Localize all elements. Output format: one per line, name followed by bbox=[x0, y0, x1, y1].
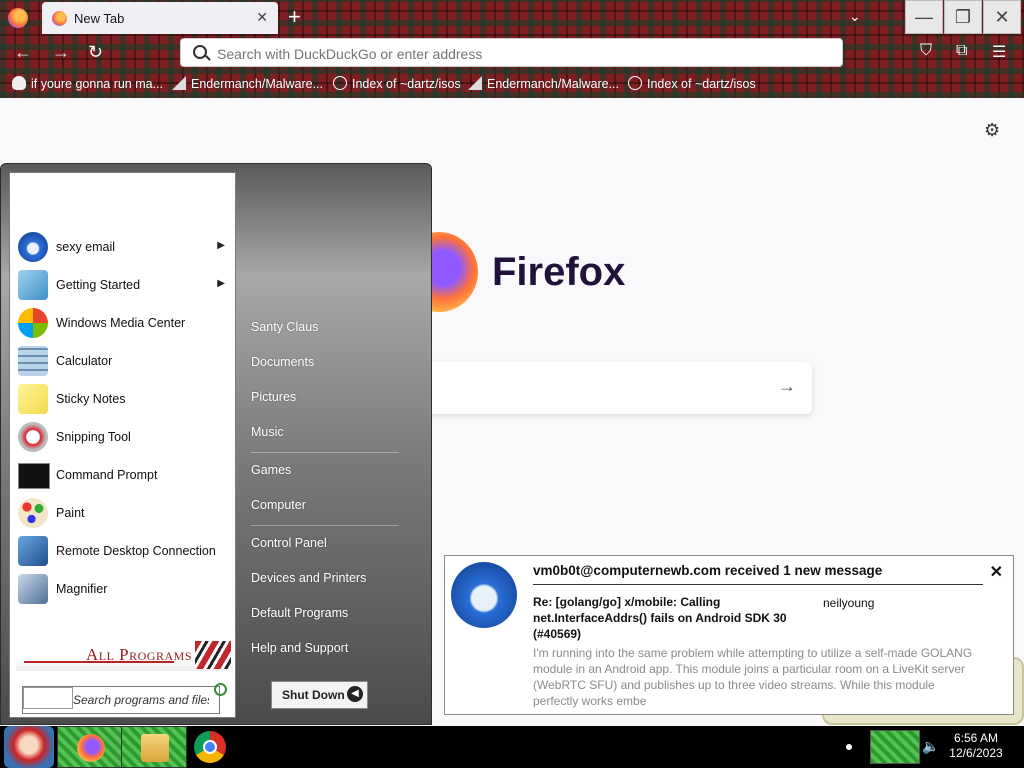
place-control-panel[interactable]: Control Panel bbox=[251, 536, 327, 550]
close-notification-icon[interactable]: ✕ bbox=[990, 562, 1003, 582]
firefox-wordmark: Firefox bbox=[492, 250, 626, 294]
pocket-icon[interactable]: ⛉ bbox=[920, 42, 932, 60]
notification-sender: neilyoung bbox=[823, 596, 875, 610]
program-command-prompt[interactable]: Command Prompt bbox=[16, 457, 231, 493]
place-santy-claus[interactable]: Santy Claus bbox=[251, 320, 318, 334]
reload-button[interactable]: ↻ bbox=[88, 42, 103, 63]
shutdown-options-arrow-icon[interactable]: ◀ bbox=[347, 686, 363, 702]
place-help-support[interactable]: Help and Support bbox=[251, 641, 348, 655]
search-icon bbox=[193, 45, 207, 59]
tab-new-tab[interactable]: New Tab ✕ bbox=[42, 2, 278, 34]
address-bar[interactable] bbox=[180, 38, 843, 67]
program-sticky-notes[interactable]: Sticky Notes bbox=[16, 381, 231, 417]
firefox-icon bbox=[77, 734, 105, 762]
search-arrow-icon[interactable]: → bbox=[778, 376, 796, 397]
page-icon bbox=[172, 76, 186, 90]
minimize-button[interactable]: — bbox=[905, 0, 943, 34]
bookmark-item[interactable]: Index of ~dartz/isos bbox=[628, 76, 756, 91]
restore-button[interactable]: ❐ bbox=[944, 0, 982, 34]
place-devices-printers[interactable]: Devices and Printers bbox=[251, 571, 366, 585]
remote-desktop-icon bbox=[18, 536, 48, 566]
magnifier-icon bbox=[18, 574, 48, 604]
volume-icon[interactable]: 🔈 bbox=[922, 738, 939, 755]
program-getting-started[interactable]: Getting Started ▶ bbox=[16, 267, 231, 303]
system-tray-icons[interactable] bbox=[870, 730, 920, 764]
globe-icon bbox=[333, 76, 347, 90]
notification-preview: I'm running into the same problem while … bbox=[533, 646, 973, 708]
sticky-notes-icon bbox=[18, 384, 48, 414]
thunderbird-icon bbox=[18, 232, 48, 262]
bookmark-item[interactable]: Index of ~dartz/isos bbox=[333, 76, 461, 91]
program-calculator[interactable]: Calculator bbox=[16, 343, 231, 379]
places-separator bbox=[251, 525, 399, 526]
bookmarks-toolbar: if youre gonna run ma... Endermanch/Malw… bbox=[0, 70, 1024, 98]
globe-icon bbox=[628, 76, 642, 90]
snipping-tool-icon bbox=[18, 422, 48, 452]
folder-icon bbox=[141, 734, 169, 762]
program-magnifier[interactable]: Magnifier bbox=[16, 571, 231, 607]
command-prompt-icon bbox=[18, 463, 50, 489]
close-window-button[interactable]: ✕ bbox=[983, 0, 1021, 34]
calculator-icon bbox=[18, 346, 48, 376]
submenu-arrow-icon: ▶ bbox=[217, 278, 225, 289]
address-input[interactable] bbox=[215, 43, 819, 65]
back-button[interactable]: ← bbox=[14, 42, 32, 63]
program-remote-desktop[interactable]: Remote Desktop Connection bbox=[16, 533, 231, 569]
clock-time: 6:56 AM bbox=[953, 731, 999, 745]
list-all-tabs-icon[interactable]: ⌄ bbox=[849, 8, 861, 25]
start-menu: sexy email ▶ Getting Started ▶ Windows M… bbox=[0, 163, 432, 725]
skull-icon bbox=[12, 76, 26, 90]
firefox-menu-icon[interactable] bbox=[8, 8, 28, 28]
start-button[interactable] bbox=[4, 726, 54, 768]
firefox-favicon-icon bbox=[52, 11, 67, 26]
newtab-settings-gear-icon[interactable]: ⚙ bbox=[984, 120, 1000, 141]
places-separator bbox=[251, 452, 399, 453]
tab-bar: New Tab ✕ + ⌄ — ❐ ✕ bbox=[0, 0, 1024, 36]
taskbar-firefox-button[interactable] bbox=[57, 726, 123, 768]
media-center-icon bbox=[18, 308, 48, 338]
bookmark-item[interactable]: Endermanch/Malware... bbox=[468, 76, 619, 91]
thunderbird-icon bbox=[451, 562, 517, 628]
hamburger-menu-icon[interactable]: ☰ bbox=[992, 42, 1006, 62]
place-music[interactable]: Music bbox=[251, 425, 284, 439]
search-box-inner-frame bbox=[23, 687, 73, 709]
place-pictures[interactable]: Pictures bbox=[251, 390, 296, 404]
start-menu-programs-pane: sexy email ▶ Getting Started ▶ Windows M… bbox=[9, 172, 236, 718]
page-icon bbox=[468, 76, 482, 90]
start-search-box[interactable] bbox=[22, 683, 227, 714]
tray-indicator-dot bbox=[846, 744, 852, 750]
notification-heading: vm0b0t@computernewb.com received 1 new m… bbox=[533, 563, 983, 585]
place-default-programs[interactable]: Default Programs bbox=[251, 606, 348, 620]
extensions-icon[interactable]: ⧉ bbox=[956, 42, 967, 60]
program-windows-media-center[interactable]: Windows Media Center bbox=[16, 305, 231, 341]
place-computer[interactable]: Computer bbox=[251, 498, 306, 512]
program-snipping-tool[interactable]: Snipping Tool bbox=[16, 419, 231, 455]
browser-chrome: New Tab ✕ + ⌄ — ❐ ✕ ← → ↻ ⛉ ⧉ ☰ if youre… bbox=[0, 0, 1024, 98]
paint-icon bbox=[18, 498, 48, 528]
program-sexy-email[interactable]: sexy email ▶ bbox=[16, 229, 231, 265]
newtab-search-box[interactable]: → bbox=[425, 362, 812, 414]
place-documents[interactable]: Documents bbox=[251, 355, 314, 369]
all-programs-button[interactable]: All Programs bbox=[16, 639, 233, 671]
mail-notification[interactable]: vm0b0t@computernewb.com received 1 new m… bbox=[444, 555, 1014, 715]
taskbar-clock[interactable]: 6:56 AM 12/6/2023 bbox=[948, 731, 1004, 761]
all-programs-stripes-icon bbox=[195, 641, 231, 669]
bookmark-item[interactable]: if youre gonna run ma... bbox=[12, 76, 163, 91]
chrome-icon[interactable] bbox=[194, 731, 226, 763]
submenu-arrow-icon: ▶ bbox=[217, 240, 225, 251]
program-paint[interactable]: Paint bbox=[16, 495, 231, 531]
start-search-input[interactable] bbox=[73, 691, 209, 709]
getting-started-icon bbox=[18, 270, 48, 300]
clock-date: 12/6/2023 bbox=[949, 746, 1003, 760]
notification-subject: Re: [golang/go] x/mobile: Calling net.In… bbox=[533, 595, 787, 641]
place-games[interactable]: Games bbox=[251, 463, 291, 477]
bookmark-item[interactable]: Endermanch/Malware... bbox=[172, 76, 323, 91]
new-tab-button[interactable]: + bbox=[288, 4, 301, 30]
close-tab-icon[interactable]: ✕ bbox=[256, 9, 268, 26]
tab-title: New Tab bbox=[74, 11, 125, 26]
shutdown-button[interactable]: Shut Down ◀ bbox=[271, 681, 368, 709]
forward-button[interactable]: → bbox=[52, 42, 70, 63]
search-magnifier-icon[interactable] bbox=[214, 683, 227, 696]
taskbar-explorer-button[interactable] bbox=[121, 726, 187, 768]
